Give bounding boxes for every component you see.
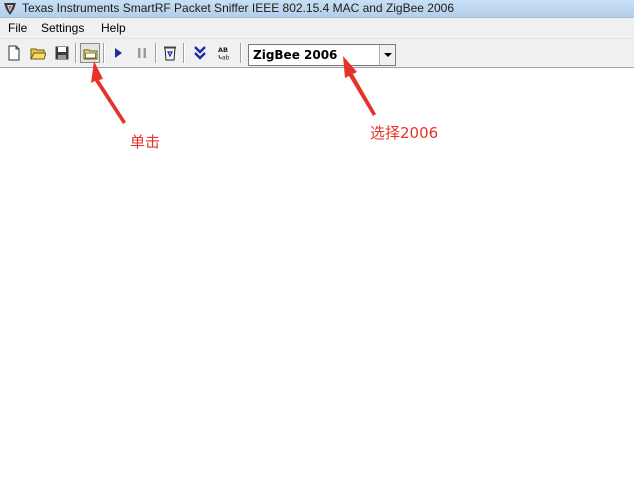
toolbar-separator: [155, 43, 157, 63]
pause-icon: [138, 48, 146, 58]
autoscroll-button[interactable]: [190, 43, 210, 63]
new-button[interactable]: [4, 43, 24, 63]
clear-all-button[interactable]: [160, 43, 180, 63]
new-document-icon: [8, 45, 20, 61]
open-folder-icon: [30, 48, 46, 60]
packet-list-area[interactable]: [0, 68, 634, 482]
svg-text:ab: ab: [222, 55, 230, 62]
clear-packets-icon: [83, 49, 98, 60]
toolbar-separator: [240, 43, 242, 63]
menu-settings[interactable]: Settings: [39, 18, 86, 39]
toolbar-separator: [183, 43, 185, 63]
play-icon: [115, 48, 122, 58]
scroll-down-icon: [194, 46, 206, 60]
ti-app-icon[interactable]: [2, 1, 18, 17]
save-button[interactable]: [52, 43, 72, 63]
toolbar-separator: [75, 43, 77, 63]
protocol-select-value: ZigBee 2006: [253, 48, 338, 62]
open-button[interactable]: [28, 43, 48, 63]
window-title: Texas Instruments SmartRF Packet Sniffer…: [22, 1, 454, 15]
display-options-button[interactable]: AB ab: [214, 43, 234, 63]
recycle-bin-icon: [164, 46, 176, 61]
menu-file[interactable]: File: [6, 18, 29, 39]
start-button[interactable]: [108, 43, 128, 63]
chevron-down-icon[interactable]: [379, 45, 395, 65]
menu-help[interactable]: Help: [99, 18, 128, 39]
protocol-select[interactable]: ZigBee 2006: [248, 44, 396, 66]
annotation-click-label: 单击: [130, 133, 161, 151]
svg-text:AB: AB: [218, 46, 228, 54]
pause-button[interactable]: [132, 43, 152, 63]
ab-abbreviation-icon: AB ab: [218, 46, 230, 62]
title-bar: Texas Instruments SmartRF Packet Sniffer…: [0, 0, 634, 18]
toolbar-separator: [103, 43, 105, 63]
menu-bar: File Settings Help: [0, 18, 634, 39]
save-disk-icon: [55, 46, 69, 60]
annotation-select-label: 选择2006: [370, 124, 439, 142]
clear-packets-button[interactable]: [80, 43, 100, 63]
